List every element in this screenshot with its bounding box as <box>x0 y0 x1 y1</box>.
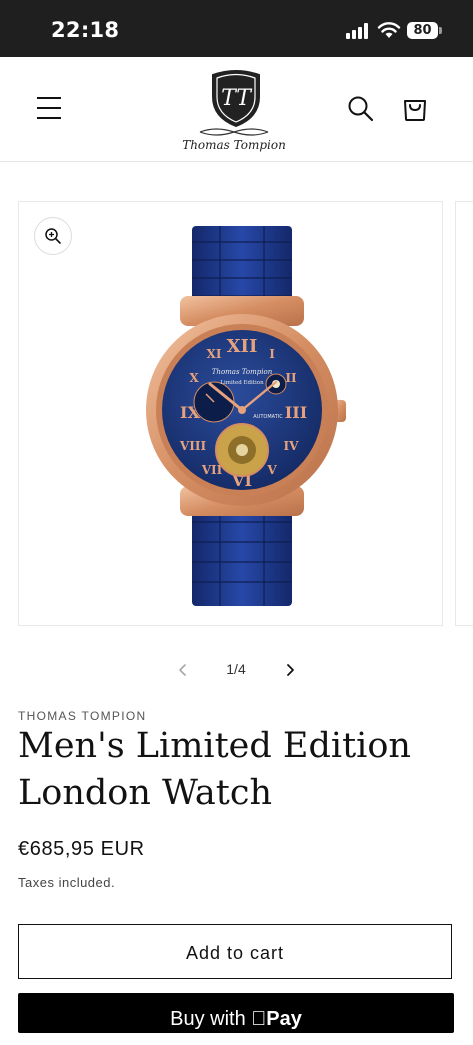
buy-with-label: Buy with <box>170 1008 246 1030</box>
cellular-signal-icon <box>346 23 370 39</box>
product-vendor: THOMAS TOMPION <box>18 709 147 723</box>
product-image-card[interactable]: XII III VI IX I II IV V VII VIII X XI Th… <box>18 201 443 626</box>
battery-tip <box>439 27 442 34</box>
brand-shield-icon: TT <box>212 70 260 127</box>
pay-label: Pay <box>258 1008 302 1030</box>
zoom-in-icon <box>45 228 61 244</box>
brand-name: Thomas Tompion <box>182 138 286 152</box>
next-image-card[interactable] <box>455 201 473 626</box>
svg-text:VIII: VIII <box>179 439 207 453</box>
shopping-bag-icon[interactable] <box>401 94 429 122</box>
tax-note: Taxes included. <box>18 875 116 890</box>
product-title: Men's Limited Edition London Watch <box>18 726 411 813</box>
dial-edition-text: Limited Edition <box>220 380 264 386</box>
zoom-button[interactable] <box>34 217 72 255</box>
chevron-left-icon[interactable] <box>173 660 193 680</box>
status-bar: 22:18 80 <box>0 0 473 57</box>
svg-text:III: III <box>285 403 307 422</box>
svg-text:TT: TT <box>221 86 253 111</box>
gallery-pager: 1/4 <box>0 656 473 684</box>
svg-text:I: I <box>269 347 275 361</box>
chevron-right-icon[interactable] <box>280 660 300 680</box>
menu-button[interactable] <box>37 97 61 119</box>
battery-indicator: 80 <box>407 22 438 39</box>
svg-text:X: X <box>189 371 199 385</box>
search-icon[interactable] <box>347 95 375 123</box>
apple-logo-icon:  <box>251 1008 266 1030</box>
watch-product-image: XII III VI IX I II IV V VII VIII X XI Th… <box>146 226 346 606</box>
buy-with-apple-pay-button[interactable]: Buy with Pay <box>18 993 454 1033</box>
add-to-cart-button[interactable]: Add to cart <box>18 924 452 979</box>
svg-text:XII: XII <box>227 336 258 357</box>
pager-count: 1/4 <box>226 661 246 677</box>
product-price: €685,95 EUR <box>18 838 145 860</box>
svg-text:II: II <box>285 371 297 385</box>
logo-ornament <box>199 128 269 136</box>
site-header: TT Thomas Tompion <box>0 57 473 162</box>
dial-brand-text: Thomas Tompion <box>212 368 273 376</box>
svg-text:XI: XI <box>207 347 222 361</box>
svg-text:VII: VII <box>201 463 223 477</box>
svg-text:IV: IV <box>284 439 300 453</box>
hamburger-menu-icon <box>37 97 61 99</box>
svg-text:V: V <box>266 463 277 477</box>
wifi-icon <box>377 22 401 38</box>
dial-automatic-text: AUTOMATIC <box>253 414 283 420</box>
status-time: 22:18 <box>51 18 120 42</box>
brand-logo[interactable]: TT Thomas Tompion <box>178 65 290 153</box>
